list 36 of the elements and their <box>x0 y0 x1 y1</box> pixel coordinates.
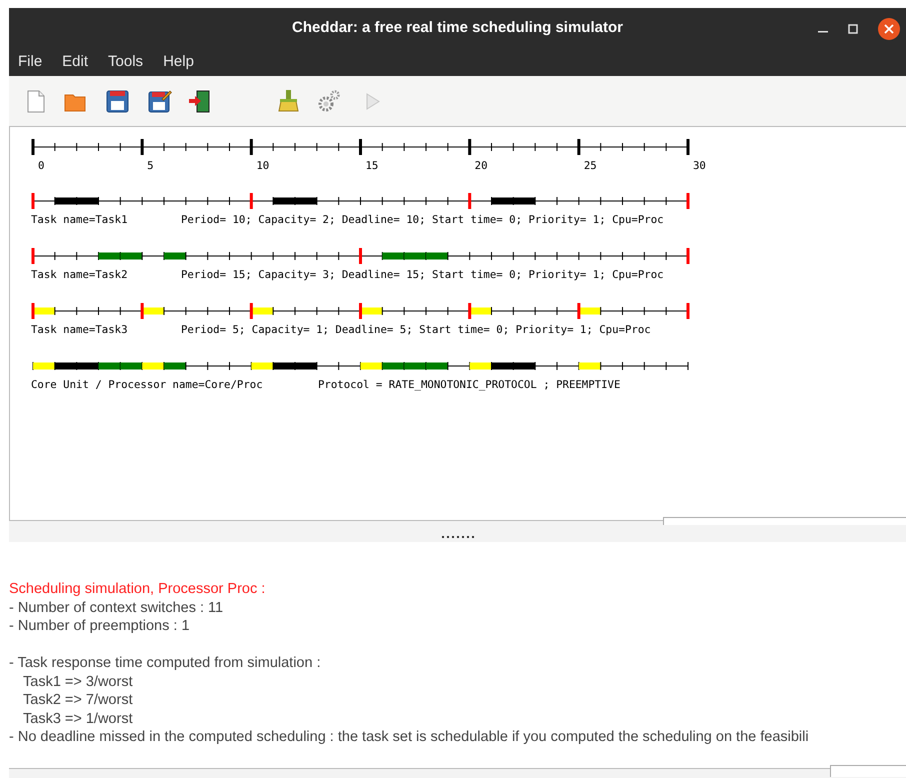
task-parameters: Period= 15; Capacity= 3; Deadline= 15; Start time= 0; Priority= 1; Cpu=Proc <box>181 268 664 281</box>
close-icon[interactable] <box>878 18 900 40</box>
tick-label: 5 <box>147 159 154 172</box>
menu-item[interactable]: Edit <box>62 50 88 74</box>
floppy-disk-icon[interactable] <box>104 88 130 114</box>
processor-label: Core Unit / Processor name=Core/Proc <box>31 378 263 391</box>
tick-label: 15 <box>366 159 378 172</box>
output-line: Task1 => 3/worst <box>22 672 134 691</box>
tick-label: 30 <box>693 159 706 172</box>
task-parameters: Period= 5; Capacity= 1; Deadline= 5; Start time= 0; Priority= 1; Cpu=Proc <box>181 323 651 336</box>
tick-label: 25 <box>584 159 597 172</box>
menu-item[interactable]: File <box>18 50 42 74</box>
task-label: Task name=Task3 <box>31 323 128 336</box>
menu-item[interactable]: Help <box>163 50 194 74</box>
output-line: - No deadline missed in the computed scheduling : the task set is schedulable if you computed the scheduling on the feasibili <box>9 728 810 746</box>
scrollbar[interactable] <box>663 517 906 525</box>
tick-label: 10 <box>256 159 270 172</box>
tick-label: 0 <box>38 159 44 172</box>
output-heading: Scheduling simulation, Processor Proc : <box>9 580 266 598</box>
output-line: Task2 => 7/worst <box>22 691 134 710</box>
output-line: - Task response time computed from simulation : <box>9 654 322 672</box>
menu-item[interactable]: Tools <box>108 50 144 74</box>
tick-label: 20 <box>474 159 488 172</box>
minimize-icon[interactable] <box>818 31 828 33</box>
exit-door-icon[interactable] <box>186 88 212 114</box>
output-line: - Number of preemptions : 1 <box>9 617 191 636</box>
output-line: - Number of context switches : 11 <box>9 598 224 617</box>
output-line: Task3 => 1/worst <box>22 710 134 728</box>
floppy-pencil-icon[interactable] <box>146 88 172 114</box>
task-label: Task name=Task2 <box>31 268 128 281</box>
maximize-icon[interactable] <box>848 24 858 34</box>
task-parameters: Period= 10; Capacity= 2; Deadline= 10; Start time= 0; Priority= 1; Cpu=Proc <box>181 213 664 226</box>
scrollbar[interactable] <box>830 765 906 777</box>
protocol-label: Protocol = RATE_MONOTONIC_PROTOCOL ; PREEMPTIVE <box>318 378 620 391</box>
window-title: Cheddar: a free real time scheduling simulator <box>291 18 624 38</box>
task-label: Task name=Task1 <box>31 213 128 226</box>
